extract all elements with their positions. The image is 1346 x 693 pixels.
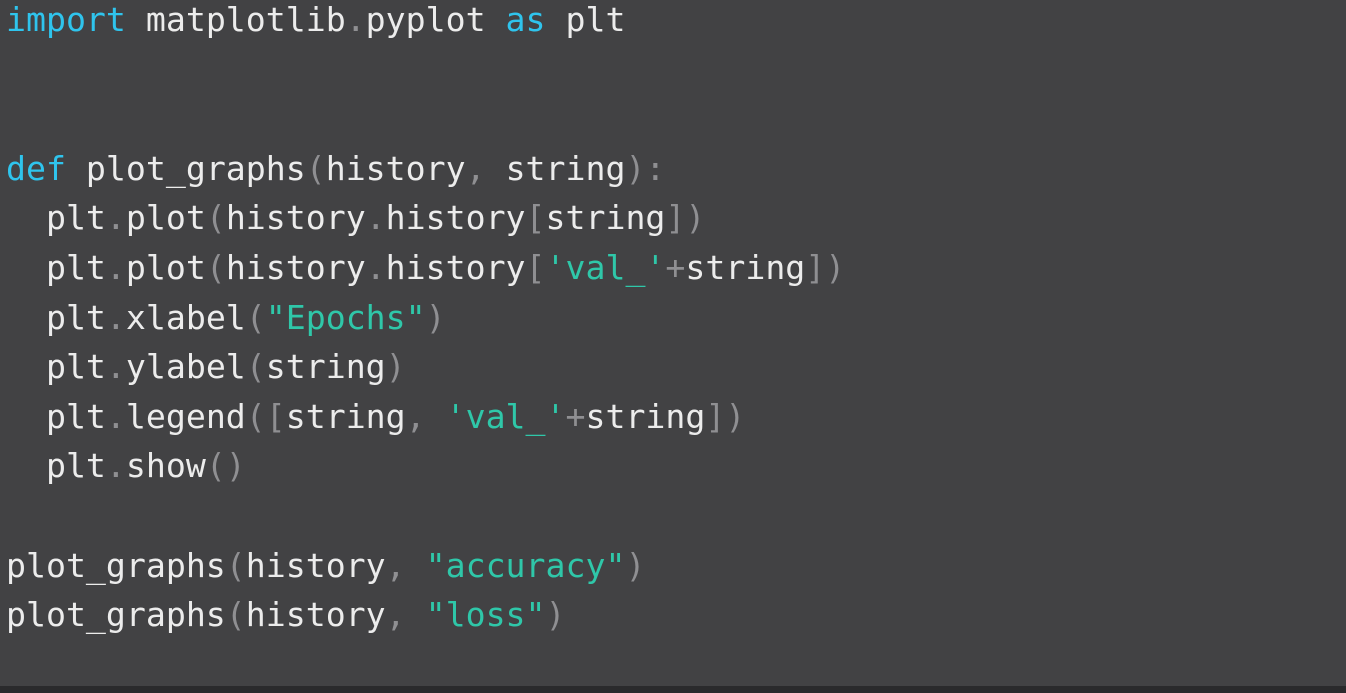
code-token: plt: [6, 198, 106, 238]
code-token: plot_graphs: [6, 595, 226, 635]
code-token: .: [105, 347, 126, 387]
code-token: import: [6, 0, 126, 39]
code-token: plt: [6, 446, 106, 486]
code-token: history: [385, 198, 526, 238]
code-token: plt: [6, 297, 106, 337]
code-token: string: [265, 347, 386, 387]
code-token: matplotlib: [125, 0, 346, 39]
code-token: plt: [6, 396, 106, 436]
code-token: history: [225, 247, 366, 287]
code-token: ,: [405, 396, 446, 436]
code-token: plot: [125, 247, 206, 287]
code-token: "accuracy": [425, 545, 626, 585]
code-token: ylabel: [125, 347, 246, 387]
code-token: legend: [125, 396, 246, 436]
code-token: "Epochs": [265, 297, 426, 337]
code-token: history: [245, 545, 386, 585]
code-token: ): [625, 545, 646, 585]
code-token: plt: [545, 0, 626, 39]
code-token: (: [225, 545, 246, 585]
code-token: ]): [805, 247, 846, 287]
code-panel: import matplotlib.pyplot as plt def plot_…: [0, 0, 1346, 686]
code-line: plt.legend([string, 'val_'+string]): [6, 392, 845, 442]
code-token: plot_graphs: [6, 545, 226, 585]
code-line: def plot_graphs(history, string):: [6, 144, 845, 194]
code-token: +: [665, 247, 686, 287]
code-token: string: [685, 247, 806, 287]
code-token: ):: [625, 148, 666, 188]
code-token: string: [545, 198, 666, 238]
code-token: ,: [465, 148, 506, 188]
code-token: .: [105, 247, 126, 287]
code-token: (: [305, 148, 326, 188]
code-token: .: [105, 446, 126, 486]
code-token: "loss": [425, 595, 546, 635]
code-token: history: [245, 595, 386, 635]
code-line: plot_graphs(history, "loss"): [6, 590, 845, 640]
code-token: string: [285, 396, 406, 436]
code-line: plt.xlabel("Epochs"): [6, 293, 845, 343]
code-token: xlabel: [125, 297, 246, 337]
code-token: pyplot: [365, 0, 506, 39]
code-line: plt.plot(history.history['val_'+string]): [6, 243, 845, 293]
code-token: plt: [6, 247, 106, 287]
code-token: ): [545, 595, 566, 635]
code-token: as: [505, 0, 546, 39]
code-token: [: [525, 247, 546, 287]
code-token: ): [425, 297, 446, 337]
code-token: (: [245, 297, 266, 337]
code-token: history: [385, 247, 526, 287]
code-token: .: [345, 0, 366, 39]
code-token: 'val_': [545, 247, 666, 287]
code-token: (: [245, 347, 266, 387]
code-line: plt.show(): [6, 441, 845, 491]
code-token: (): [205, 446, 246, 486]
code-token: ,: [385, 595, 426, 635]
code-token: +: [565, 396, 586, 436]
code-token: .: [105, 198, 126, 238]
code-token: 'val_': [445, 396, 566, 436]
code-token: plot: [125, 198, 206, 238]
code-token: ]): [665, 198, 706, 238]
code-token: (: [225, 595, 246, 635]
code-token: string: [505, 148, 626, 188]
code-line: import matplotlib.pyplot as plt: [6, 0, 845, 45]
code-token: ): [385, 347, 406, 387]
code-token: (: [205, 198, 226, 238]
code-line: plot_graphs(history, "accuracy"): [6, 541, 845, 591]
code-block: import matplotlib.pyplot as plt def plot_…: [6, 0, 845, 640]
code-token: ([: [245, 396, 286, 436]
code-token: ,: [385, 545, 426, 585]
code-token: plt: [6, 347, 106, 387]
code-token: ]): [705, 396, 746, 436]
code-token: [: [525, 198, 546, 238]
code-line: plt.plot(history.history[string]): [6, 193, 845, 243]
bottom-strip: [0, 686, 1346, 693]
code-token: .: [365, 247, 386, 287]
code-line: plt.ylabel(string): [6, 342, 845, 392]
code-token: history: [225, 198, 366, 238]
code-token: string: [585, 396, 706, 436]
code-token: .: [105, 297, 126, 337]
code-token: history: [325, 148, 466, 188]
code-token: show: [125, 446, 206, 486]
code-token: (: [205, 247, 226, 287]
code-token: .: [365, 198, 386, 238]
code-token: def: [6, 148, 66, 188]
code-token: plot_graphs: [65, 148, 306, 188]
code-token: .: [105, 396, 126, 436]
